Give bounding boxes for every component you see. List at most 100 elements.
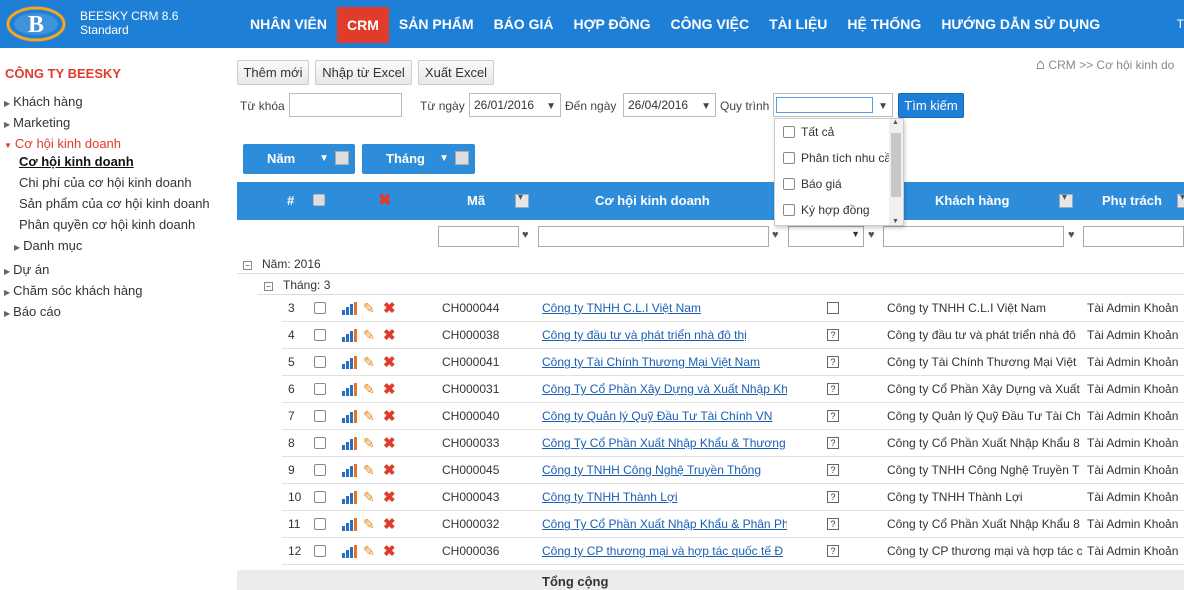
delete-icon[interactable]: ✖ xyxy=(383,484,396,511)
scroll-up-icon[interactable]: ▲ xyxy=(892,119,899,126)
sidebar-subitem-danh-muc[interactable]: ▶ Danh mục xyxy=(14,238,82,253)
process-option-analysis[interactable]: Phân tích nhu cầ xyxy=(783,151,891,165)
group-month[interactable]: − Tháng: 3 xyxy=(264,278,330,292)
edit-icon[interactable]: ✎ xyxy=(363,433,375,453)
status-box[interactable]: ? xyxy=(827,383,839,395)
status-box[interactable]: ? xyxy=(827,356,839,368)
row-opportunity-link[interactable]: Công Ty Cổ Phần Xuất Nhập Khẩu & Phân Ph xyxy=(542,511,787,538)
row-opportunity-link[interactable]: Công ty Quản lý Quỹ Đầu Tư Tài Chính VN xyxy=(542,403,787,430)
delete-icon[interactable]: ✖ xyxy=(383,295,396,322)
chart-icon[interactable] xyxy=(342,329,358,342)
sidebar-item-marketing[interactable]: ▶ Marketing xyxy=(4,115,70,130)
status-box[interactable]: ? xyxy=(827,518,839,530)
row-opportunity-link[interactable]: Công Ty Cổ Phần Xây Dựng và Xuất Nhập Kh xyxy=(542,376,787,403)
edit-icon[interactable]: ✎ xyxy=(363,460,375,480)
table-row[interactable]: 9 ✎ ✖ CH000045 Công ty TNHH Công Nghệ Truyền… xyxy=(282,457,1184,484)
edit-icon[interactable]: ✎ xyxy=(363,379,375,399)
col-opportunity[interactable]: Cơ hội kinh doanh xyxy=(595,182,710,220)
beesky-logo-icon[interactable]: B xyxy=(6,6,66,42)
delete-icon[interactable]: ✖ xyxy=(383,403,396,430)
option-checkbox[interactable] xyxy=(783,126,795,138)
select-all-checkbox[interactable] xyxy=(313,194,325,206)
filter-dropdown-icon[interactable] xyxy=(455,151,469,165)
customer-filter-input[interactable] xyxy=(883,226,1064,247)
edit-icon[interactable]: ✎ xyxy=(363,298,375,318)
table-row[interactable]: 3 ✎ ✖ CH000044 Công ty TNHH C.L.I Việt Nam Cô… xyxy=(282,295,1184,322)
row-checkbox[interactable] xyxy=(314,329,326,341)
row-checkbox[interactable] xyxy=(314,302,326,314)
table-row[interactable]: 8 ✎ ✖ CH000033 Công Ty Cổ Phần Xuất Nhập Khẩ… xyxy=(282,430,1184,457)
sidebar-subitem-san-pham[interactable]: Sản phẩm của cơ hội kinh doanh xyxy=(19,196,210,211)
sidebar-item-du-an[interactable]: ▶ Dự án xyxy=(4,262,49,277)
edit-icon[interactable]: ✎ xyxy=(363,487,375,507)
row-checkbox[interactable] xyxy=(314,437,326,449)
delete-icon[interactable]: ✖ xyxy=(383,511,396,538)
row-checkbox[interactable] xyxy=(314,518,326,530)
scroll-down-icon[interactable]: ▼ xyxy=(892,218,899,225)
edit-icon[interactable]: ✎ xyxy=(363,352,375,372)
nav-cong-viec[interactable]: CÔNG VIỆC xyxy=(661,0,760,48)
breadcrumb-text[interactable]: CRM >> Cơ hội kinh do xyxy=(1048,58,1174,72)
nav-huong-dan[interactable]: HƯỚNG DẪN SỬ DỤNG xyxy=(931,0,1110,48)
scrollbar-thumb[interactable] xyxy=(891,133,901,197)
status-box[interactable]: ? xyxy=(827,329,839,341)
status-box[interactable]: ? xyxy=(827,545,839,557)
nav-bao-gia[interactable]: BÁO GIÁ xyxy=(484,0,564,48)
user-menu[interactable]: T xyxy=(1177,17,1184,31)
chart-icon[interactable] xyxy=(342,356,358,369)
sort-down-icon[interactable]: ▼ xyxy=(319,144,329,174)
option-checkbox[interactable] xyxy=(783,178,795,190)
table-row[interactable]: 12 ✎ ✖ CH000036 Công ty CP thương mại và hợp… xyxy=(282,538,1184,565)
code-filter-input[interactable] xyxy=(438,226,519,247)
nav-he-thong[interactable]: HỆ THỐNG xyxy=(837,0,931,48)
sort-down-icon[interactable]: ▼ xyxy=(439,144,449,174)
chart-icon[interactable] xyxy=(342,302,358,315)
chart-icon[interactable] xyxy=(342,437,358,450)
process-option-all[interactable]: Tất cả xyxy=(783,125,834,139)
filter-icon[interactable]: ♥ xyxy=(1068,229,1075,241)
option-checkbox[interactable] xyxy=(783,152,795,164)
option-checkbox[interactable] xyxy=(783,204,795,216)
import-excel-button[interactable]: Nhập từ Excel xyxy=(315,60,412,85)
nav-crm[interactable]: CRM xyxy=(337,7,389,43)
status-box[interactable]: ? xyxy=(827,437,839,449)
sidebar-item-cham-soc[interactable]: ▶ Chăm sóc khách hàng xyxy=(4,283,143,298)
sidebar-item-khach-hang[interactable]: ▶ Khách hàng xyxy=(4,94,83,109)
table-row[interactable]: 4 ✎ ✖ CH000038 Công ty đầu tư và phát triển … xyxy=(282,322,1184,349)
delete-icon[interactable]: ✖ xyxy=(383,376,396,403)
filter-dropdown-icon[interactable] xyxy=(1177,192,1184,208)
row-opportunity-link[interactable]: Công ty TNHH C.L.I Việt Nam xyxy=(542,295,787,322)
add-button[interactable]: Thêm mới xyxy=(237,60,309,85)
status-box[interactable] xyxy=(827,302,839,314)
table-row[interactable]: 10 ✎ ✖ CH000043 Công ty TNHH Thành Lợi? Công … xyxy=(282,484,1184,511)
row-opportunity-link[interactable]: Công Ty Cổ Phần Xuất Nhập Khẩu & Thương xyxy=(542,430,787,457)
search-button[interactable]: Tìm kiếm xyxy=(898,93,964,118)
status-box[interactable]: ? xyxy=(827,491,839,503)
process-option-contract[interactable]: Ký hợp đồng xyxy=(783,203,870,217)
table-row[interactable]: 6 ✎ ✖ CH000031 Công Ty Cổ Phần Xây Dựng và X… xyxy=(282,376,1184,403)
delete-selected-icon[interactable]: ✖ xyxy=(378,182,391,220)
nav-san-pham[interactable]: SẢN PHẨM xyxy=(389,0,484,48)
filter-icon[interactable]: ♥ xyxy=(868,229,875,241)
process-select[interactable]: ▼ xyxy=(773,93,893,117)
chart-icon[interactable] xyxy=(342,545,358,558)
chart-icon[interactable] xyxy=(342,518,358,531)
col-customer[interactable]: Khách hàng xyxy=(935,182,1009,220)
filter-icon[interactable]: ♥ xyxy=(522,229,529,241)
nav-hop-dong[interactable]: HỢP ĐỒNG xyxy=(563,0,660,48)
status-box[interactable]: ? xyxy=(827,464,839,476)
owner-filter-input[interactable] xyxy=(1083,226,1184,247)
sidebar-item-bao-cao[interactable]: ▶ Báo cáo xyxy=(4,304,61,319)
group-year[interactable]: − Năm: 2016 xyxy=(243,257,321,271)
from-date-select[interactable]: 26/01/2016 ▼ xyxy=(469,93,561,117)
filter-icon[interactable]: ♥ xyxy=(772,229,779,241)
row-checkbox[interactable] xyxy=(314,464,326,476)
table-row[interactable]: 5 ✎ ✖ CH000041 Công ty Tài Chính Thương Mại … xyxy=(282,349,1184,376)
process-select-value[interactable] xyxy=(776,97,873,113)
table-row[interactable]: 11 ✎ ✖ CH000032 Công Ty Cổ Phần Xuất Nhập Kh… xyxy=(282,511,1184,538)
chart-icon[interactable] xyxy=(342,383,358,396)
process-option-quote[interactable]: Báo giá xyxy=(783,177,842,191)
edit-icon[interactable]: ✎ xyxy=(363,541,375,561)
chart-icon[interactable] xyxy=(342,464,358,477)
opportunity-filter-input[interactable] xyxy=(538,226,769,247)
